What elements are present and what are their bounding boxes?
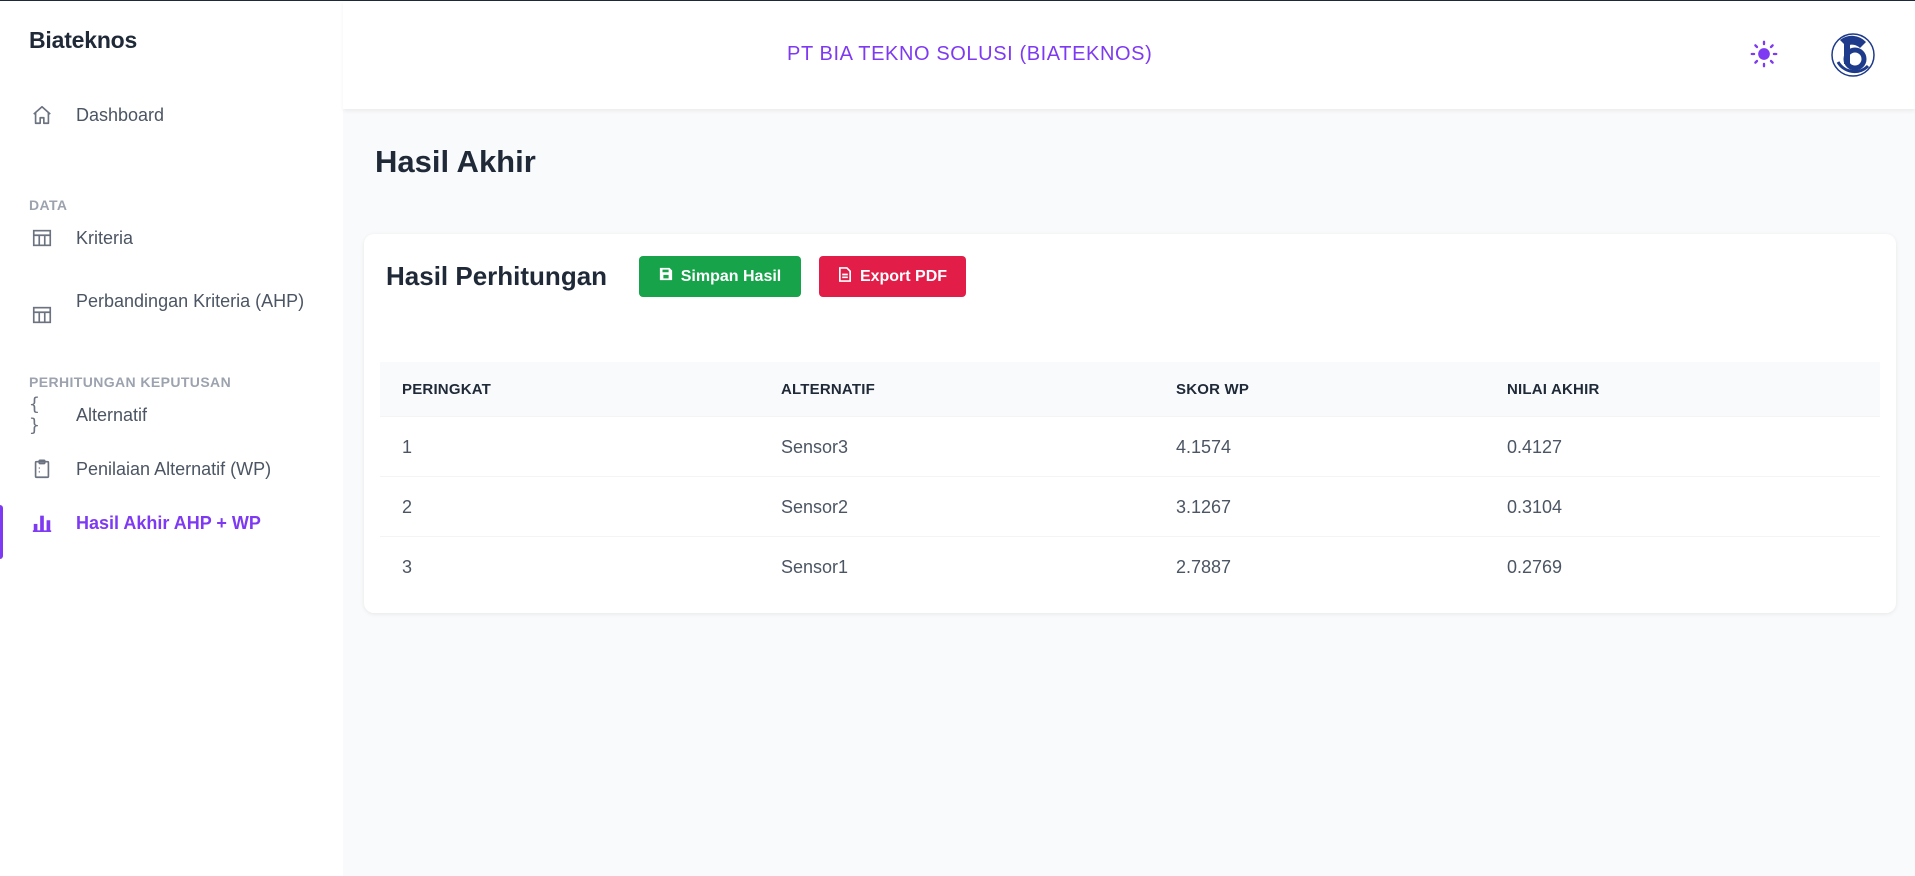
sidebar-item-label: Hasil Akhir AHP + WP — [76, 512, 261, 533]
top-header: PT BIA TEKNO SOLUSI (BIATEKNOS) — [343, 1, 1915, 109]
brand-logo-text[interactable]: Biateknos — [29, 27, 137, 54]
column-header-alternatif: ALTERNATIF — [781, 381, 875, 398]
save-button-label: Simpan Hasil — [680, 267, 782, 285]
clipboard-icon — [29, 456, 55, 482]
sidebar-item-label: Alternatif — [76, 404, 148, 425]
card-title: Hasil Perhitungan — [386, 261, 608, 291]
column-header-nilai-akhir: NILAI AKHIR — [1507, 381, 1600, 398]
cell-wp-score: 2.7887 — [1176, 557, 1232, 577]
braces-icon: { } — [29, 394, 40, 436]
cell-wp-score: 3.1267 — [1176, 497, 1232, 517]
cell-rank: 3 — [402, 557, 413, 577]
column-header-peringkat: PERINGKAT — [402, 381, 492, 398]
table-header: PERINGKAT ALTERNATIF SKOR WP NILAI AKHIR — [380, 362, 1880, 417]
bar-chart-icon — [29, 510, 55, 536]
company-title: PT BIA TEKNO SOLUSI (BIATEKNOS) — [787, 43, 1153, 65]
sidebar-item-label: Dashboard — [76, 104, 165, 125]
sidebar-item-label: Kriteria — [76, 227, 134, 248]
results-table: PERINGKAT ALTERNATIF SKOR WP NILAI AKHIR… — [380, 362, 1880, 597]
save-result-button[interactable]: Simpan Hasil — [639, 256, 801, 297]
table-row: 1 Sensor3 4.1574 0.4127 — [380, 417, 1880, 477]
active-indicator — [0, 505, 3, 559]
avatar[interactable] — [1830, 32, 1876, 78]
cell-alternative: Sensor3 — [781, 437, 849, 457]
pdf-file-icon — [838, 266, 852, 287]
column-header-skor-wp: SKOR WP — [1176, 381, 1250, 398]
table-icon — [29, 302, 55, 328]
sidebar-section-data: DATA — [29, 197, 68, 213]
theme-toggle-button[interactable] — [1749, 40, 1779, 73]
page-title: Hasil Akhir — [375, 144, 536, 179]
sidebar-item-label: Penilaian Alternatif (WP) — [76, 458, 272, 479]
sidebar-item-perbandingan-kriteria[interactable]: Perbandingan Kriteria (AHP) — [0, 288, 343, 342]
table-row: 2 Sensor2 3.1267 0.3104 — [380, 477, 1880, 537]
home-icon — [29, 102, 55, 128]
results-card: Hasil Perhitungan Simpan Hasil Export PD… — [364, 234, 1896, 613]
cell-alternative: Sensor1 — [781, 557, 849, 577]
sidebar-section-perhitungan: PERHITUNGAN KEPUTUSAN — [29, 374, 232, 390]
export-pdf-button[interactable]: Export PDF — [819, 256, 966, 297]
sun-icon — [1750, 40, 1778, 73]
sidebar: Biateknos Dashboard DATA Kriteria Perban… — [0, 1, 343, 876]
export-button-label: Export PDF — [859, 267, 948, 285]
save-icon — [659, 267, 673, 286]
cell-rank: 2 — [402, 497, 413, 517]
table-icon — [29, 225, 55, 251]
table-row: 3 Sensor1 2.7887 0.2769 — [380, 537, 1880, 597]
cell-final-value: 0.2769 — [1507, 557, 1563, 577]
cell-wp-score: 4.1574 — [1176, 437, 1232, 457]
cell-final-value: 0.4127 — [1507, 437, 1563, 457]
cell-alternative: Sensor2 — [781, 497, 849, 517]
sidebar-item-label: Perbandingan Kriteria (AHP) — [76, 291, 305, 311]
cell-final-value: 0.3104 — [1507, 497, 1563, 517]
cell-rank: 1 — [402, 437, 413, 457]
